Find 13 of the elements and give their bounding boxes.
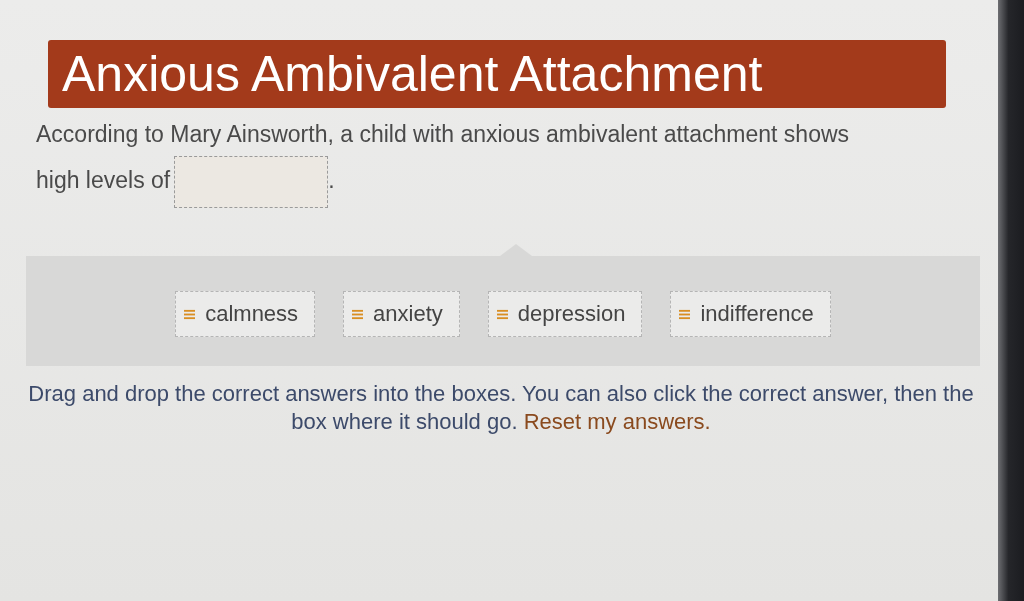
answer-option[interactable]: indifference — [670, 291, 831, 337]
answer-box[interactable] — [174, 156, 329, 208]
drag-handle-icon — [679, 308, 691, 320]
instructions-text: Drag and drop the correct answers into the boxes. You can also click the correct answer, then the box where it should go. Reset my answers. — [27, 380, 975, 436]
page-title: Anxious Ambivalent Attachment — [62, 45, 763, 104]
drag-handle-icon — [496, 308, 508, 320]
answer-option[interactable]: calmness — [175, 291, 316, 337]
reset-link[interactable]: Reset my answers. — [523, 409, 711, 434]
drag-handle-icon — [184, 308, 196, 320]
answer-option[interactable]: anxiety — [343, 291, 460, 337]
drag-handle-icon — [352, 308, 364, 320]
answer-option[interactable]: depression — [487, 291, 643, 337]
question-text: According to Mary Ainsworth, a child with anxious ambivalent attachment shows high levels of . — [36, 112, 868, 208]
